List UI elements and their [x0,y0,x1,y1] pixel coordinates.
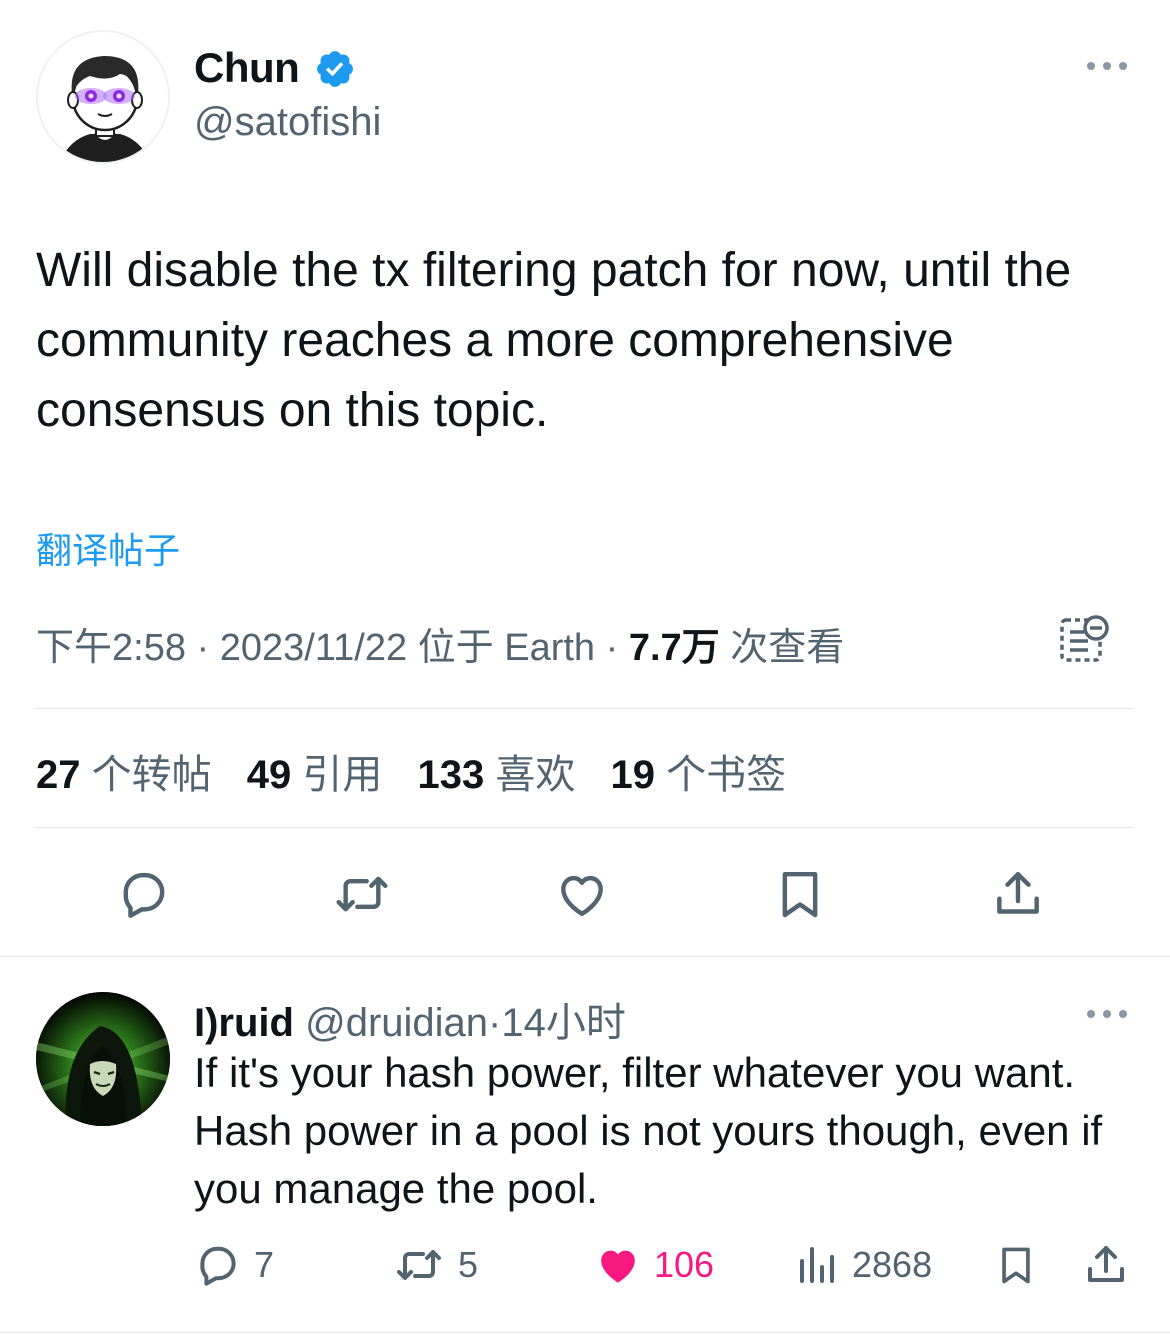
reply-icon[interactable] [116,866,172,922]
retweet-icon [397,1250,441,1280]
tweet-time[interactable]: 下午2:58 [36,627,186,669]
thread-divider [0,956,1170,957]
share-icon [1088,1246,1124,1282]
likes-stat[interactable]: 133 喜欢 [418,753,576,797]
like-icon[interactable] [554,866,610,922]
like-filled-icon [601,1250,635,1283]
reply-time[interactable]: 14小时 [501,1001,626,1045]
bookmarks-count: 19 [610,753,656,797]
reply-retweet-button[interactable]: 5 [392,1240,478,1290]
tweet-date[interactable]: 2023/11/22 [220,627,407,669]
divider [0,1332,1170,1333]
hooded-figure-avatar-image [36,992,170,1126]
bookmarks-label: 个书签 [666,753,787,797]
bookmarks-stat[interactable]: 19 个书签 [611,753,787,797]
meta-separator: · [196,627,210,669]
reply-separator: · [488,1001,502,1045]
bookmark-icon [1002,1247,1030,1284]
views-count: 7.7万 [628,627,720,669]
reply-views-button[interactable]: 2868 [796,1240,932,1290]
reply-retweet-count: 5 [458,1244,479,1285]
analytics-icon[interactable] [1058,614,1110,666]
verified-badge-icon [317,51,353,87]
tweet-text: Will disable the tx filtering patch for … [36,244,1072,437]
retweets-count: 27 [36,753,81,797]
reply-reply-button[interactable]: 7 [194,1240,274,1290]
reply-author-name[interactable]: I)ruid [194,1001,294,1045]
reply-like-count: 106 [654,1244,715,1285]
reply-share-button[interactable] [1082,1240,1130,1290]
cartoon-avatar-image [38,32,168,162]
quotes-label: 引用 [302,753,383,797]
reply-icon [200,1246,236,1286]
divider [36,827,1134,828]
reply-reply-count: 7 [254,1244,275,1285]
likes-label: 喜欢 [495,753,576,797]
engagement-stats: 27 个转帖 49 引用 133 喜欢 19 个书签 [36,742,810,800]
tweet-meta: 下午2:58 · 2023/11/22 位于 Earth · 7.7万 次查看 [36,616,844,671]
share-icon[interactable] [990,866,1046,922]
author-handle[interactable]: @satofishi [194,100,381,145]
retweet-icon[interactable] [334,866,390,922]
reply-like-button[interactable]: 106 [594,1240,714,1290]
likes-count: 133 [417,753,485,797]
translate-post-link[interactable]: 翻译帖子 [36,522,180,574]
quotes-stat[interactable]: 49 引用 [247,753,383,797]
reply-view-count: 2868 [852,1244,933,1285]
views-chart-icon [800,1247,834,1283]
quotes-count: 49 [246,753,292,797]
meta-separator: · [605,627,619,669]
reply-text: If it's your hash power, filter whatever… [194,1049,1103,1212]
reply-header: I)ruid @druidian·14小时 [194,990,626,1048]
views-label: 次查看 [730,627,845,669]
author-name[interactable]: Chun [194,44,300,92]
retweets-stat[interactable]: 27 个转帖 [36,753,212,797]
tweet-location: 位于 Earth [417,627,596,669]
reply-author-avatar[interactable] [36,992,170,1126]
reply-author-handle[interactable]: @druidian [305,1001,488,1045]
author-avatar[interactable] [36,30,170,164]
reply-more-options-icon[interactable] [1084,1004,1130,1024]
bookmark-icon[interactable] [772,866,828,922]
divider [36,708,1134,709]
retweets-label: 个转帖 [91,753,212,797]
more-options-icon[interactable] [1084,56,1130,76]
reply-bookmark-button[interactable] [994,1240,1038,1290]
